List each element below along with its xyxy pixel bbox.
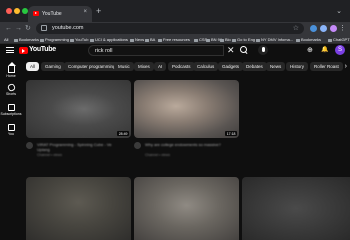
bookmark-item[interactable]: YouTub (70, 37, 89, 42)
chip-computer-programming[interactable]: Computer programming (64, 62, 120, 71)
youtube-logo-icon[interactable] (19, 47, 28, 54)
youtube-logo-text[interactable]: YouTube (29, 46, 56, 53)
search-icon[interactable] (240, 46, 248, 54)
chip-gadgets[interactable]: Gadgets (218, 62, 244, 71)
forward-button[interactable]: → (15, 24, 22, 33)
back-button[interactable]: ← (5, 24, 12, 33)
bookmark-item[interactable]: ChatGPT (328, 37, 350, 42)
video-thumbnail[interactable] (134, 177, 239, 240)
subscriptions-icon (7, 104, 15, 111)
new-tab-button[interactable]: + (96, 7, 101, 16)
tab-close-icon[interactable]: × (83, 9, 87, 15)
extension-icon[interactable] (320, 25, 327, 32)
channel-avatar[interactable] (26, 142, 33, 149)
filter-chips: All Gaming Computer programming Music Mi… (26, 62, 350, 71)
video-title[interactable]: Why are college endowments so massive? (145, 142, 233, 147)
chip-podcasts[interactable]: Podcasts (168, 62, 195, 71)
sidebar: Home Shorts Subscriptions You (0, 58, 22, 240)
chip-calculus[interactable]: Calculus (193, 62, 219, 71)
avatar[interactable]: S (335, 45, 345, 55)
bookmark-item[interactable]: Programming (40, 37, 69, 42)
browser-menu-icon[interactable]: ⋮ (339, 24, 346, 32)
chip-ai[interactable]: AI (154, 62, 167, 71)
search-query[interactable]: rick roll (95, 48, 112, 54)
bookmarks-bar: All Bookmarks Programming YouTub UCI & a… (0, 35, 350, 44)
bookmark-item[interactable]: Go to Eng (232, 37, 255, 42)
tab-title: YouTube (42, 11, 62, 17)
bookmark-item[interactable]: All (4, 37, 8, 42)
video-duration: 28:49 (117, 131, 129, 136)
chip-all[interactable]: All (26, 62, 40, 71)
sidebar-item-label: Shorts (5, 92, 17, 96)
video-thumbnail[interactable] (26, 177, 131, 240)
sidebar-item-shorts[interactable]: Shorts (0, 82, 22, 96)
sidebar-item-you[interactable]: You (0, 124, 22, 136)
tab-search-button[interactable]: ⌄ (336, 7, 342, 15)
bookmark-item[interactable]: Nexs (130, 37, 144, 42)
search-input[interactable]: rick roll (88, 45, 224, 56)
browser-toolbar: ← → ↻ youtube.com ☆ ⋮ (0, 22, 350, 35)
bookmark-item[interactable]: BA (145, 37, 155, 42)
video-details[interactable]: Why are college endowments so massive? C… (134, 142, 239, 158)
voice-search-icon[interactable] (258, 45, 268, 55)
notifications-icon[interactable]: 🔔 (321, 46, 328, 55)
sidebar-item-home[interactable]: Home (0, 62, 22, 78)
minimize-window-button[interactable] (14, 8, 20, 14)
video-thumbnail[interactable]: 28:49 (26, 80, 131, 138)
chip-mixes[interactable]: Mixes (134, 62, 154, 71)
sidebar-item-label: Subscriptions (0, 112, 22, 116)
reload-button[interactable]: ↻ (25, 24, 31, 33)
create-icon[interactable]: ⊕ (307, 46, 313, 55)
extension-icon[interactable] (310, 25, 317, 32)
sidebar-item-label: Home (6, 74, 16, 78)
bookmark-item[interactable]: Bio (220, 37, 231, 42)
sidebar-item-subscriptions[interactable]: Subscriptions (0, 104, 22, 116)
site-info-icon[interactable] (41, 25, 47, 31)
you-icon (7, 124, 15, 131)
address-url[interactable]: youtube.com (52, 25, 84, 31)
home-icon (7, 62, 16, 73)
menu-icon[interactable] (6, 47, 14, 53)
chip-news[interactable]: News (266, 62, 286, 71)
browser-tab[interactable]: YouTube × (28, 6, 92, 22)
bookmark-item[interactable]: Free resources (158, 37, 190, 42)
chip-music[interactable]: Music (114, 62, 134, 71)
bookmark-item[interactable]: NY DMV Infoma... (256, 37, 293, 42)
chevron-right-icon[interactable]: › (345, 62, 347, 71)
chip-history[interactable]: History (286, 62, 309, 71)
video-duration: 17:18 (225, 131, 237, 136)
address-bar[interactable]: youtube.com ☆ (36, 23, 304, 34)
chip-gaming[interactable]: Gaming (41, 62, 65, 71)
bookmark-item[interactable]: Bookmarks (14, 37, 39, 42)
video-thumbnail[interactable] (242, 177, 350, 240)
sidebar-item-label: You (8, 132, 14, 136)
video-title[interactable]: VIRAT Programming - Spinning Cube - Ve U… (37, 142, 125, 152)
video-meta: Channel • views (145, 153, 170, 157)
channel-avatar[interactable] (134, 142, 141, 149)
bookmark-star-icon[interactable]: ☆ (293, 24, 299, 32)
chip-debates[interactable]: Debates (242, 62, 267, 71)
shorts-icon (6, 82, 16, 93)
youtube-favicon-icon (33, 11, 39, 16)
video-meta: Channel • views (37, 153, 62, 157)
profile-icon[interactable] (330, 25, 337, 32)
browser-tab-strip: YouTube × + ⌄ (0, 0, 350, 22)
bookmark-item[interactable]: Bookmarks (296, 37, 321, 42)
close-window-button[interactable] (6, 8, 12, 14)
chip-roller-roast[interactable]: Roller Roast (310, 62, 343, 71)
clear-search-icon[interactable]: ✕ (227, 45, 235, 55)
video-details[interactable]: VIRAT Programming - Spinning Cube - Ve U… (26, 142, 131, 158)
bookmark-item[interactable]: UCI & applications (90, 37, 128, 42)
video-thumbnail[interactable]: 17:18 (134, 80, 239, 138)
youtube-header: YouTube rick roll ✕ ⊕ 🔔 S (0, 44, 350, 58)
